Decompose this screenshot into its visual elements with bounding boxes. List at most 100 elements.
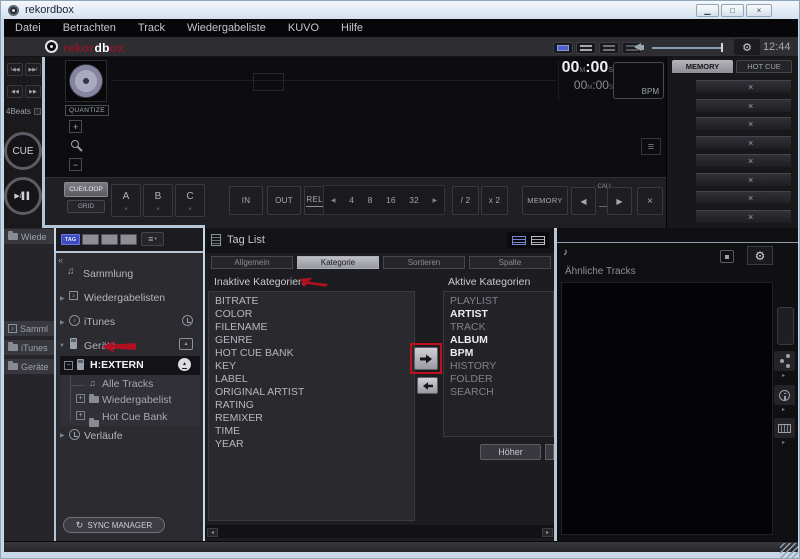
horizontal-scrollbar[interactable]	[205, 525, 554, 538]
menu-hilfe[interactable]: Hilfe	[330, 22, 374, 34]
hot-cue-c-button[interactable]: C×	[175, 184, 205, 217]
sidebar-item-hot-cue-bank[interactable]: Hot Cue Bank	[102, 411, 167, 423]
memory-row-delete-icon[interactable]: ×	[748, 155, 753, 167]
info-panel-icon[interactable]	[774, 385, 795, 405]
previous-track-button[interactable]: Ι◀◀	[7, 63, 23, 76]
menu-track[interactable]: Track	[127, 22, 176, 34]
memory-row-delete-icon[interactable]: ×	[748, 81, 753, 93]
sidebar-item-wiedergabelisten[interactable]: Wiedergabelisten	[84, 292, 165, 304]
category-item[interactable]: COLOR	[209, 308, 414, 321]
expand-box-icon[interactable]: +	[76, 394, 85, 403]
loop-in-button[interactable]: IN	[229, 186, 263, 215]
move-up-button[interactable]: Höher	[480, 444, 541, 460]
tab-memory[interactable]: MEMORY	[672, 60, 733, 73]
deactivate-category-button[interactable]	[417, 377, 438, 394]
memory-row-delete-icon[interactable]: ×	[748, 174, 753, 186]
tab-spalte[interactable]: Spalte	[469, 256, 551, 269]
bg-item-geraete[interactable]: Geräte	[4, 359, 54, 374]
filter-button-3[interactable]	[101, 234, 118, 245]
category-item[interactable]: YEAR	[209, 438, 414, 451]
list-view-icon[interactable]	[531, 236, 545, 245]
memory-call-prev-button[interactable]: ◀	[571, 187, 596, 215]
eject-device-button[interactable]: ▲	[178, 358, 191, 371]
category-item[interactable]: BITRATE	[209, 295, 414, 308]
menu-betrachten[interactable]: Betrachten	[52, 22, 127, 34]
filter-button-2[interactable]	[82, 234, 99, 245]
tab-allgemein[interactable]: Allgemein	[211, 256, 293, 269]
category-item[interactable]: ARTIST	[444, 308, 553, 321]
settings-gear-icon[interactable]: ⚙	[734, 39, 760, 55]
sidebar-item-alle-tracks[interactable]: Alle Tracks	[102, 378, 153, 390]
category-item[interactable]: REMIXER	[209, 412, 414, 425]
category-item[interactable]: BPM	[444, 347, 553, 360]
category-item[interactable]: ALBUM	[444, 334, 553, 347]
beats-32[interactable]: 32	[409, 195, 418, 205]
bg-item-itunes[interactable]: iTunes	[4, 340, 54, 355]
layout-button-1[interactable]	[553, 42, 573, 54]
hot-cue-a-button[interactable]: A×	[111, 184, 141, 217]
artwork-toggle-icon[interactable]	[720, 250, 734, 263]
volume-slider-thumb[interactable]	[721, 43, 723, 52]
zoom-in-button[interactable]: +	[69, 120, 82, 133]
fast-forward-button[interactable]: ▶▶	[25, 85, 41, 98]
expand-icon[interactable]: ▼	[59, 343, 65, 349]
memory-row-delete-icon[interactable]: ×	[748, 192, 753, 204]
expand-box-icon[interactable]: +	[76, 411, 85, 420]
memory-row-delete-icon[interactable]: ×	[748, 118, 753, 130]
scroll-left-icon[interactable]: ◂	[207, 528, 218, 537]
memory-row-delete-icon[interactable]: ×	[748, 211, 753, 223]
hot-cue-b-button[interactable]: B×	[143, 184, 173, 217]
sync-manager-button[interactable]: ↻SYNC MANAGER	[63, 517, 165, 533]
collapse-sidebar-icon[interactable]: «	[58, 255, 63, 265]
loop-out-button[interactable]: OUT	[267, 186, 301, 215]
eject-all-devices-icon[interactable]: ▲	[179, 338, 193, 350]
layout-button-2[interactable]	[576, 42, 596, 54]
resize-grip[interactable]	[780, 543, 798, 558]
list-view-dropdown[interactable]: ≡▾	[141, 232, 164, 246]
move-down-button-partial[interactable]	[545, 444, 554, 460]
category-item[interactable]: GENRE	[209, 334, 414, 347]
category-item[interactable]: FILENAME	[209, 321, 414, 334]
menu-kuvo[interactable]: KUVO	[277, 22, 330, 34]
loop-double-button[interactable]: x 2	[481, 186, 508, 215]
category-item[interactable]: ORIGINAL ARTIST	[209, 386, 414, 399]
sidebar-item-sammlung[interactable]: Sammlung	[83, 268, 133, 280]
memory-call-next-button[interactable]: ▶	[607, 187, 632, 215]
category-item[interactable]: LABEL	[209, 373, 414, 386]
quantize-toggle[interactable]: QUANTIZE	[65, 105, 109, 116]
grid-mode-button[interactable]: GRID	[67, 200, 105, 213]
play-pause-button[interactable]: ▶/▌▌	[4, 177, 42, 215]
category-item[interactable]: KEY	[209, 360, 414, 373]
similar-tracks-settings-icon[interactable]: ⚙	[747, 246, 773, 265]
hot-cue-b-clear[interactable]: ×	[156, 207, 160, 213]
close-button[interactable]: ×	[746, 4, 772, 17]
bg-item-sammlung[interactable]: ♪Samml	[4, 321, 54, 336]
memory-set-button[interactable]: MEMORY	[522, 186, 568, 215]
memory-row-delete-icon[interactable]: ×	[748, 100, 753, 112]
device-name[interactable]: H:EXTERN	[90, 359, 144, 371]
category-item[interactable]: HISTORY	[444, 360, 553, 373]
beats-left-arrow-icon[interactable]: ◀	[331, 197, 336, 204]
memory-row-delete-icon[interactable]: ×	[748, 137, 753, 149]
layout-button-3[interactable]	[599, 42, 619, 54]
expand-icon[interactable]: ▶	[60, 432, 65, 439]
maximize-button[interactable]: □	[721, 4, 744, 17]
volume-slider[interactable]	[652, 47, 722, 49]
beats-16[interactable]: 16	[386, 195, 395, 205]
category-item[interactable]: TIME	[209, 425, 414, 438]
expand-icon[interactable]: ▶	[60, 319, 65, 326]
filter-button-4[interactable]	[120, 234, 137, 245]
tag-filter-button[interactable]: TAG	[61, 234, 80, 245]
sidebar-item-wiedergabelist[interactable]: Wiedergabelist	[102, 394, 171, 406]
sidebar-item-verlaeufe[interactable]: Verläufe	[84, 430, 123, 442]
zoom-out-button[interactable]: −	[69, 158, 82, 171]
link-export-icon[interactable]	[774, 351, 795, 371]
sidebar-item-itunes[interactable]: iTunes	[84, 316, 115, 328]
category-item[interactable]: PLAYLIST	[444, 295, 553, 308]
next-track-button[interactable]: ▶▶Ι	[25, 63, 41, 76]
keyboard-panel-icon[interactable]	[774, 418, 795, 438]
collapse-box-icon[interactable]: −	[64, 361, 73, 370]
cue-button[interactable]: CUE	[4, 132, 42, 170]
tab-kategorie[interactable]: Kategorie	[297, 256, 379, 269]
beats-right-arrow-icon[interactable]: ▶	[432, 197, 437, 204]
